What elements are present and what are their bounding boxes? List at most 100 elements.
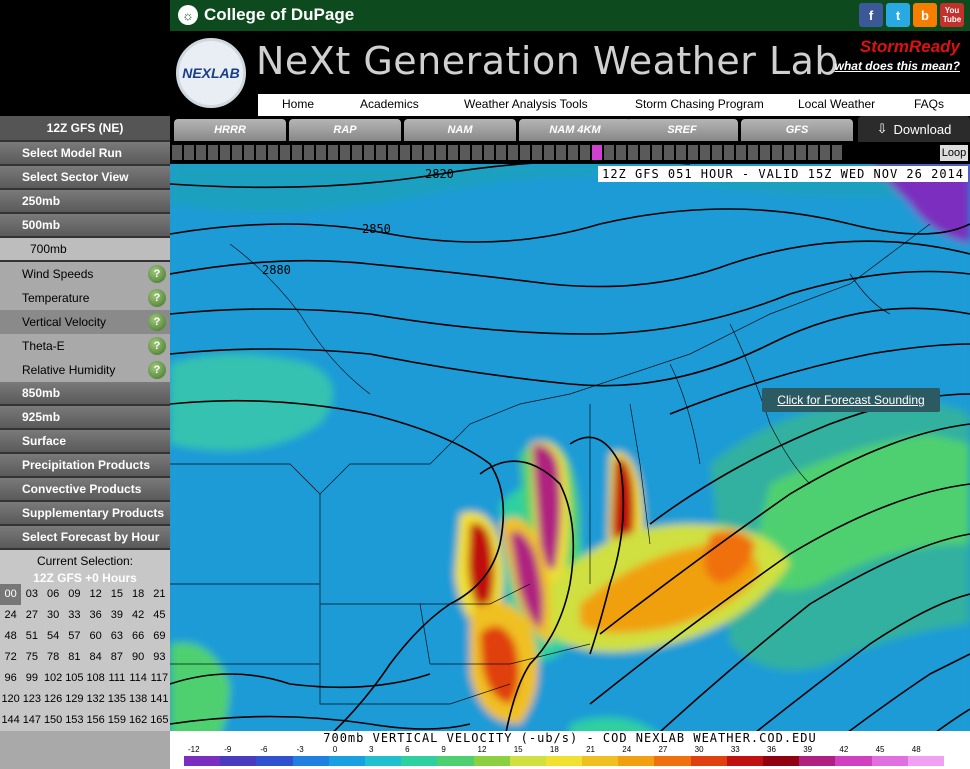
frame-tick[interactable] (424, 145, 434, 160)
forecast-hour-114[interactable]: 114 (128, 668, 149, 689)
level-700mb[interactable]: 700mb (0, 238, 170, 262)
tab-sref[interactable]: SREF (626, 119, 738, 141)
frame-tick[interactable] (640, 145, 650, 160)
frame-tick[interactable] (628, 145, 638, 160)
forecast-hour-60[interactable]: 60 (85, 626, 106, 647)
frame-tick[interactable] (556, 145, 566, 160)
frame-tick[interactable] (256, 145, 266, 160)
frame-tick[interactable] (208, 145, 218, 160)
forecast-hour-15[interactable]: 15 (106, 584, 127, 605)
frame-tick[interactable] (304, 145, 314, 160)
frame-tick[interactable] (592, 145, 602, 160)
forecast-hour-111[interactable]: 111 (106, 668, 127, 689)
forecast-hour-72[interactable]: 72 (0, 647, 21, 668)
frame-selector[interactable] (172, 145, 842, 160)
tab-gfs[interactable]: GFS (741, 119, 853, 141)
frame-tick[interactable] (508, 145, 518, 160)
surface[interactable]: Surface (0, 430, 170, 454)
tab-nam-4km[interactable]: NAM 4KM (519, 119, 631, 141)
frame-tick[interactable] (652, 145, 662, 160)
nav-home[interactable]: Home (282, 97, 314, 111)
frame-tick[interactable] (436, 145, 446, 160)
forecast-hour-69[interactable]: 69 (149, 626, 170, 647)
forecast-hour-99[interactable]: 99 (21, 668, 42, 689)
twitter-icon[interactable]: t (886, 3, 910, 27)
forecast-hour-00[interactable]: 00 (0, 584, 22, 605)
frame-tick[interactable] (352, 145, 362, 160)
sub-temperature[interactable]: Temperature? (0, 286, 170, 310)
forecast-hour-27[interactable]: 27 (21, 605, 42, 626)
forecast-hour-102[interactable]: 102 (43, 668, 64, 689)
facebook-icon[interactable]: f (859, 3, 883, 27)
forecast-hour-87[interactable]: 87 (106, 647, 127, 668)
forecast-hour-141[interactable]: 141 (149, 689, 170, 710)
forecast-hour-129[interactable]: 129 (64, 689, 85, 710)
forecast-hour-21[interactable]: 21 (149, 584, 170, 605)
forecast-hour-48[interactable]: 48 (0, 626, 21, 647)
youtube-icon[interactable]: You Tube (940, 3, 964, 27)
frame-tick[interactable] (748, 145, 758, 160)
help-icon[interactable]: ? (148, 361, 166, 379)
frame-tick[interactable] (580, 145, 590, 160)
frame-tick[interactable] (784, 145, 794, 160)
help-icon[interactable]: ? (148, 289, 166, 307)
frame-tick[interactable] (544, 145, 554, 160)
forecast-hour-126[interactable]: 126 (43, 689, 64, 710)
sub-relative-humidity[interactable]: Relative Humidity? (0, 358, 170, 382)
forecast-hour-147[interactable]: 147 (21, 710, 42, 731)
frame-tick[interactable] (820, 145, 830, 160)
frame-tick[interactable] (172, 145, 182, 160)
forecast-hour-06[interactable]: 06 (43, 584, 64, 605)
storm-ready-logo[interactable]: StormReady (835, 37, 960, 57)
frame-tick[interactable] (280, 145, 290, 160)
forecast-hour-123[interactable]: 123 (21, 689, 42, 710)
frame-tick[interactable] (400, 145, 410, 160)
forecast-hour-75[interactable]: 75 (21, 647, 42, 668)
forecast-hour-39[interactable]: 39 (106, 605, 127, 626)
forecast-hour-63[interactable]: 63 (106, 626, 127, 647)
blogger-icon[interactable]: b (913, 3, 937, 27)
frame-tick[interactable] (448, 145, 458, 160)
frame-tick[interactable] (832, 145, 842, 160)
forecast-hour-66[interactable]: 66 (128, 626, 149, 647)
forecast-hour-117[interactable]: 117 (149, 668, 170, 689)
frame-tick[interactable] (724, 145, 734, 160)
forecast-hour-90[interactable]: 90 (128, 647, 149, 668)
nav-storm-chasing-program[interactable]: Storm Chasing Program (635, 97, 764, 111)
sub-wind-speeds[interactable]: Wind Speeds? (0, 262, 170, 286)
forecast-hour-51[interactable]: 51 (21, 626, 42, 647)
forecast-hour-36[interactable]: 36 (85, 605, 106, 626)
frame-tick[interactable] (676, 145, 686, 160)
what-does-this-mean-link[interactable]: what does this mean? (835, 59, 960, 73)
level-850mb[interactable]: 850mb (0, 382, 170, 406)
frame-tick[interactable] (808, 145, 818, 160)
frame-tick[interactable] (184, 145, 194, 160)
forecast-hour-42[interactable]: 42 (128, 605, 149, 626)
frame-tick[interactable] (460, 145, 470, 160)
nav-academics[interactable]: Academics (360, 97, 419, 111)
forecast-hour-12[interactable]: 12 (85, 584, 106, 605)
frame-tick[interactable] (760, 145, 770, 160)
select-forecast-by-hour[interactable]: Select Forecast by Hour (0, 526, 170, 550)
level-250mb[interactable]: 250mb (0, 190, 170, 214)
frame-tick[interactable] (388, 145, 398, 160)
forecast-hour-24[interactable]: 24 (0, 605, 21, 626)
forecast-hour-120[interactable]: 120 (0, 689, 21, 710)
frame-tick[interactable] (220, 145, 230, 160)
select-sector-view[interactable]: Select Sector View (0, 166, 170, 190)
forecast-hour-108[interactable]: 108 (85, 668, 106, 689)
forecast-hour-54[interactable]: 54 (43, 626, 64, 647)
forecast-hour-165[interactable]: 165 (149, 710, 170, 731)
frame-tick[interactable] (616, 145, 626, 160)
help-icon[interactable]: ? (148, 337, 166, 355)
frame-tick[interactable] (520, 145, 530, 160)
convective-products[interactable]: Convective Products (0, 478, 170, 502)
tab-hrrr[interactable]: HRRR (174, 119, 286, 141)
frame-tick[interactable] (232, 145, 242, 160)
frame-tick[interactable] (196, 145, 206, 160)
forecast-hour-78[interactable]: 78 (43, 647, 64, 668)
level-925mb[interactable]: 925mb (0, 406, 170, 430)
forecast-hour-162[interactable]: 162 (128, 710, 149, 731)
tab-nam[interactable]: NAM (404, 119, 516, 141)
select-model-run[interactable]: Select Model Run (0, 142, 170, 166)
